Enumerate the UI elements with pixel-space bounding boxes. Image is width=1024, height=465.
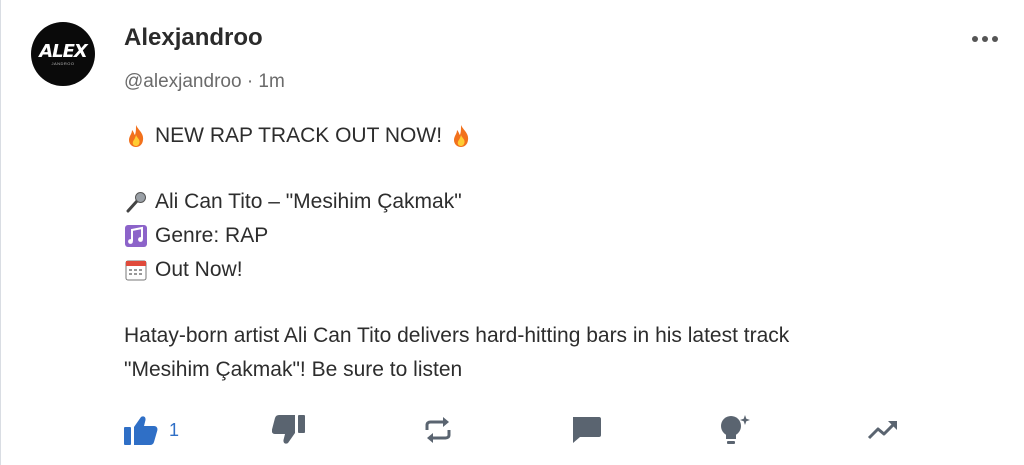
calendar-icon [124, 258, 148, 282]
avatar-logo: ALEX [39, 40, 88, 62]
display-name[interactable]: Alexjandroo [124, 24, 263, 52]
repost-button[interactable] [423, 410, 453, 450]
insight-button[interactable] [718, 410, 752, 450]
description-line-2: "Mesihim Çakmak"! Be sure to listen [124, 358, 463, 381]
avatar[interactable]: ALEX JANDROO [31, 22, 95, 86]
thumbs-up-icon [124, 416, 158, 445]
headline-text: NEW RAP TRACK OUT NOW! [155, 124, 443, 147]
trending-button[interactable] [867, 410, 899, 450]
like-button[interactable]: 1 [123, 410, 179, 450]
post-meta: @alexjandroo · 1m [124, 71, 285, 93]
post-time[interactable]: 1m [258, 71, 284, 92]
lightbulb-icon [721, 415, 750, 444]
out-now-text: Out Now! [155, 258, 243, 281]
more-options-button[interactable] [968, 30, 1002, 48]
headline-line: NEW RAP TRACK OUT NOW! [124, 124, 473, 148]
description-line-1: Hatay-born artist Ali Can Tito delivers … [124, 324, 790, 347]
left-border [0, 0, 1, 465]
track-line: Ali Can Tito – "Mesihim Çakmak" [124, 190, 462, 214]
thumbs-down-icon [272, 415, 305, 444]
dislike-button[interactable] [272, 410, 306, 450]
comment-button[interactable] [570, 410, 602, 450]
more-dot-icon [992, 36, 998, 42]
repost-icon [425, 417, 451, 443]
meta-separator: · [246, 71, 254, 92]
action-bar: 1 [0, 410, 1024, 450]
fire-icon [124, 124, 148, 148]
like-count: 1 [169, 419, 180, 440]
genre-line: Genre: RAP [124, 224, 268, 248]
more-dot-icon [972, 36, 978, 42]
fire-icon [449, 124, 473, 148]
comment-icon [573, 417, 601, 443]
out-now-line: Out Now! [124, 258, 243, 282]
microphone-icon [124, 190, 148, 214]
music-notes-icon [124, 224, 148, 248]
track-text: Ali Can Tito – "Mesihim Çakmak" [155, 190, 462, 213]
handle[interactable]: @alexjandroo [124, 71, 242, 92]
genre-text: Genre: RAP [155, 224, 269, 247]
more-dot-icon [982, 36, 988, 42]
trending-icon [867, 421, 897, 440]
avatar-subtitle: JANDROO [51, 60, 75, 66]
